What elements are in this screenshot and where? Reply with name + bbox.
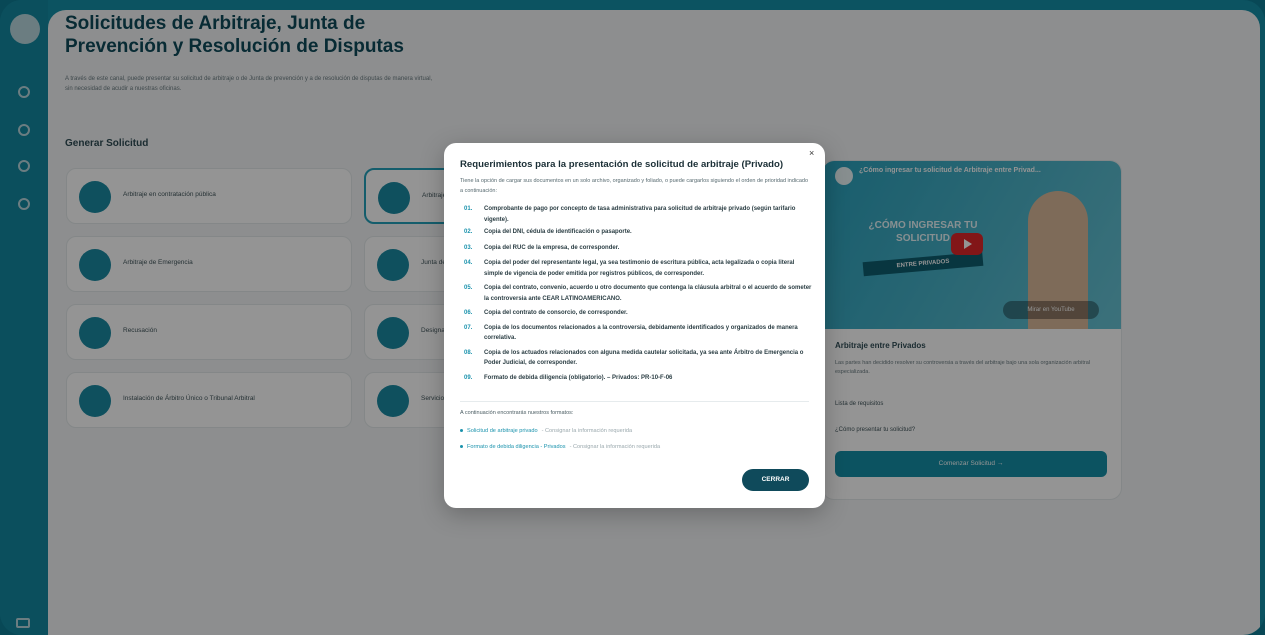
list-item: 03. Copia del RUC de la empresa, de corre… bbox=[464, 244, 620, 251]
format-link-diligencia[interactable]: Formato de debida diligencia - Privados bbox=[467, 444, 566, 450]
list-item: 01. Comprobante de pago por concepto de t… bbox=[464, 206, 796, 223]
list-item: 08. Copia de los actuados relacionados co… bbox=[464, 349, 804, 367]
format-hint: - Consignar la información requerida bbox=[541, 428, 633, 434]
list-item: 04. Copia del poder del representante leg… bbox=[464, 260, 795, 277]
bullet-icon bbox=[460, 429, 463, 433]
format-item: Formato de debida diligencia - Privados -… bbox=[460, 444, 660, 450]
list-item: 07. Copia de los documentos relacionados … bbox=[464, 324, 798, 342]
modal-title: Requerimientos para la presentación de s… bbox=[460, 159, 784, 170]
close-icon[interactable]: × bbox=[809, 148, 814, 158]
divider bbox=[460, 401, 809, 402]
close-button[interactable]: CERRAR bbox=[742, 469, 809, 491]
format-link-solicitud[interactable]: Solicitud de arbitraje privado bbox=[467, 428, 538, 434]
list-item: 09. Formato de debida diligencia (obligat… bbox=[464, 374, 673, 381]
requirements-list: 01. Comprobante de pago por concepto de t… bbox=[460, 204, 812, 383]
formats-intro: A continuación encontrarás nuestros form… bbox=[460, 410, 574, 416]
modal-intro: Tiene la opción de cargar sus documentos… bbox=[460, 178, 809, 194]
list-item: 02. Copia del DNI, cédula de identificaci… bbox=[464, 229, 632, 235]
format-item: Solicitud de arbitraje privado - Consigna… bbox=[460, 428, 632, 434]
list-item: 06. Copia del contrato de consorcio, de c… bbox=[464, 310, 628, 316]
format-hint: - Consignar la información requerida bbox=[569, 444, 661, 450]
requirements-modal: × Requerimientos para la presentación de… bbox=[444, 143, 825, 508]
list-item: 05. Copia del contrato, convenio, acuerdo… bbox=[464, 285, 812, 302]
bullet-icon bbox=[460, 445, 463, 449]
